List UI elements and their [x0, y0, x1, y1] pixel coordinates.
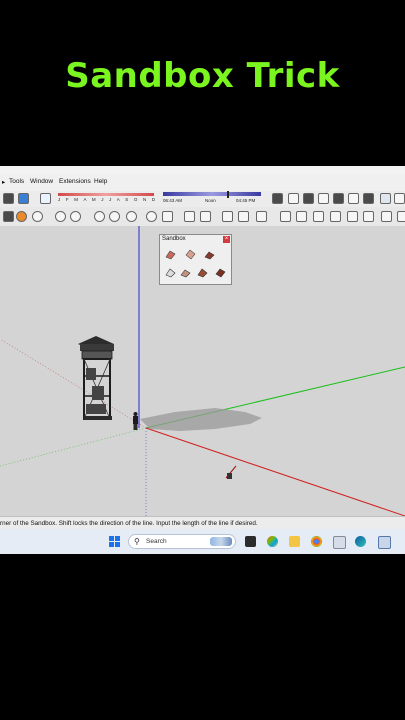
- video-caption: Sandbox Trick: [65, 56, 340, 96]
- windows-taskbar: ⚲ Search: [0, 529, 405, 554]
- cube-icon[interactable]: [318, 193, 329, 204]
- person-figure: [133, 412, 138, 430]
- group-icon[interactable]: [303, 193, 314, 204]
- sketchup-window: ▸ Tools Window Extensions Help J F M A M…: [0, 166, 405, 554]
- flip-edge-icon[interactable]: [381, 211, 392, 222]
- status-bar: rner of the Sandbox. Shift locks the dir…: [0, 516, 405, 530]
- flip-edge-tool-icon[interactable]: [215, 267, 226, 278]
- copilot-icon[interactable]: [267, 536, 278, 547]
- paint-icon[interactable]: [16, 211, 27, 222]
- toolbar-main: [0, 207, 405, 227]
- search-placeholder: Search: [146, 538, 167, 545]
- top-view-icon[interactable]: [238, 211, 249, 222]
- time-end: 04:45 PM: [236, 198, 256, 203]
- tower-shadow: [140, 408, 262, 431]
- rotate-icon[interactable]: [126, 211, 137, 222]
- time-noon: Noon: [205, 198, 216, 203]
- month-labels: J F M A M J J A S O N D: [58, 197, 158, 202]
- from-scratch-icon[interactable]: [185, 249, 196, 260]
- warehouse-icon[interactable]: [333, 193, 344, 204]
- red-axis-dotted: [0, 338, 147, 429]
- drape-icon[interactable]: [347, 211, 358, 222]
- menu-help[interactable]: Help: [94, 178, 107, 185]
- close-icon[interactable]: ×: [223, 236, 230, 243]
- extension-icon[interactable]: [348, 193, 359, 204]
- view-icon[interactable]: [380, 193, 391, 204]
- layers-icon[interactable]: [3, 193, 14, 204]
- page-icon[interactable]: [40, 193, 51, 204]
- front-view-icon[interactable]: [256, 211, 267, 222]
- offset-icon[interactable]: [70, 211, 81, 222]
- menu-extensions[interactable]: Extensions: [59, 178, 91, 185]
- circle-tool-icon[interactable]: [32, 211, 43, 222]
- search-highlight-image: [210, 537, 232, 546]
- taskbar-search[interactable]: ⚲ Search: [128, 534, 236, 549]
- chrome-icon[interactable]: [311, 536, 322, 547]
- follow-me-icon[interactable]: [109, 211, 120, 222]
- scale-icon[interactable]: [146, 211, 157, 222]
- menu-window[interactable]: Window: [30, 178, 53, 185]
- task-view-icon[interactable]: [245, 536, 256, 547]
- iso-view-icon[interactable]: [222, 211, 233, 222]
- time-start: 06:43 AM: [163, 198, 183, 203]
- section-icon[interactable]: [162, 211, 173, 222]
- red-axis: [145, 427, 405, 517]
- menu-arrow-icon[interactable]: ▸: [2, 178, 5, 186]
- shadow-month-slider[interactable]: J F M A M J J A S O N D: [58, 193, 158, 205]
- bucket-icon[interactable]: [18, 193, 29, 204]
- watchtower-model: [78, 336, 114, 420]
- status-message: rner of the Sandbox. Shift locks the dir…: [0, 520, 258, 527]
- shadow-time-slider[interactable]: 06:43 AM Noon 04:45 PM: [163, 191, 261, 206]
- search-icon: ⚲: [134, 537, 140, 546]
- stamp-icon[interactable]: [330, 211, 341, 222]
- windows-start-icon[interactable]: [109, 536, 120, 547]
- orbit-icon[interactable]: [55, 211, 66, 222]
- eraser-icon[interactable]: [3, 211, 14, 222]
- more-icon[interactable]: [394, 193, 405, 204]
- detail-icon[interactable]: [363, 211, 374, 222]
- title-strip: [0, 166, 405, 175]
- green-axis-dotted: [0, 427, 147, 467]
- menu-bar: ▸ Tools Window Extensions Help: [0, 175, 405, 191]
- monitor-icon[interactable]: [333, 536, 346, 549]
- drape-tool-icon[interactable]: [180, 267, 191, 278]
- smoove-tool-icon[interactable]: [204, 249, 215, 260]
- menu-tools[interactable]: Tools: [9, 178, 24, 185]
- from-contours-icon[interactable]: [165, 249, 176, 260]
- sandbox-contours-icon[interactable]: [280, 211, 291, 222]
- sandbox-toolbar-panel[interactable]: Sandbox ×: [159, 234, 232, 285]
- smoove-icon[interactable]: [313, 211, 324, 222]
- file-explorer-icon[interactable]: [289, 536, 300, 547]
- stamp-tool-icon[interactable]: [165, 267, 176, 278]
- sketchup-task-icon[interactable]: [378, 536, 391, 549]
- walk-icon[interactable]: [200, 211, 211, 222]
- pencil-cursor-icon: [225, 465, 237, 479]
- add-detail-icon[interactable]: [197, 267, 208, 278]
- style-icon[interactable]: [363, 193, 374, 204]
- edge-icon[interactable]: [355, 536, 366, 547]
- overflow-icon[interactable]: [397, 211, 405, 222]
- push-pull-icon[interactable]: [94, 211, 105, 222]
- sandbox-panel-title: Sandbox: [162, 236, 186, 242]
- toolbar-top: J F M A M J J A S O N D 06:43 AM Noon 04…: [0, 191, 405, 207]
- component-icon[interactable]: [272, 193, 283, 204]
- sandbox-scratch-icon[interactable]: [296, 211, 307, 222]
- zoom-icon[interactable]: [184, 211, 195, 222]
- box-icon[interactable]: [288, 193, 299, 204]
